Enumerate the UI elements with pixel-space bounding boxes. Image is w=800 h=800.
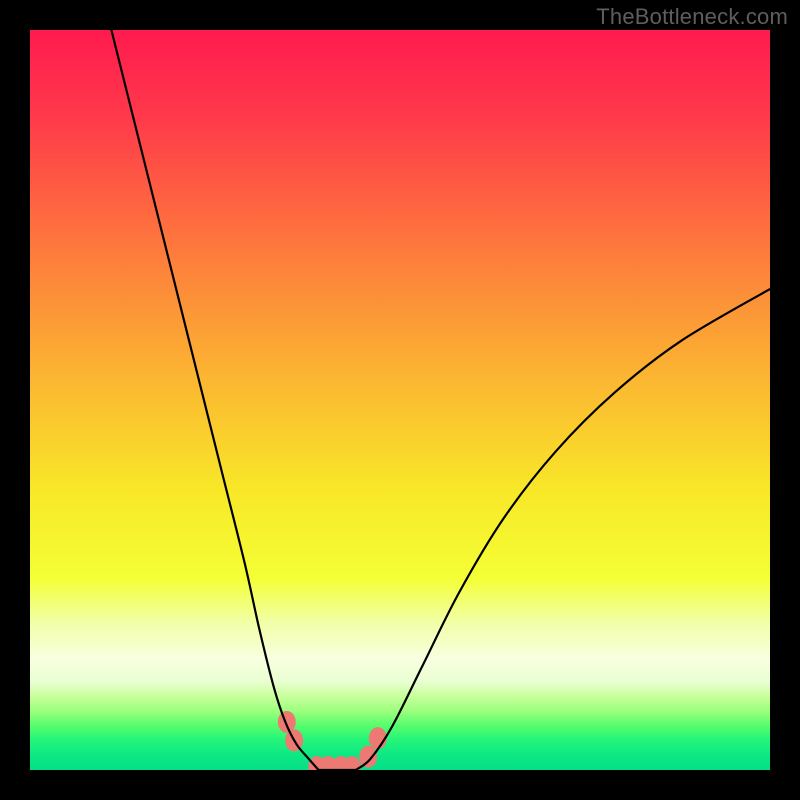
left-curve bbox=[111, 30, 318, 770]
attribution-label: TheBottleneck.com bbox=[596, 4, 788, 30]
valley-marker bbox=[359, 746, 377, 768]
plot-area bbox=[30, 30, 770, 770]
curve-layer bbox=[30, 30, 770, 770]
right-curve bbox=[356, 289, 770, 770]
chart-frame: TheBottleneck.com bbox=[0, 0, 800, 800]
